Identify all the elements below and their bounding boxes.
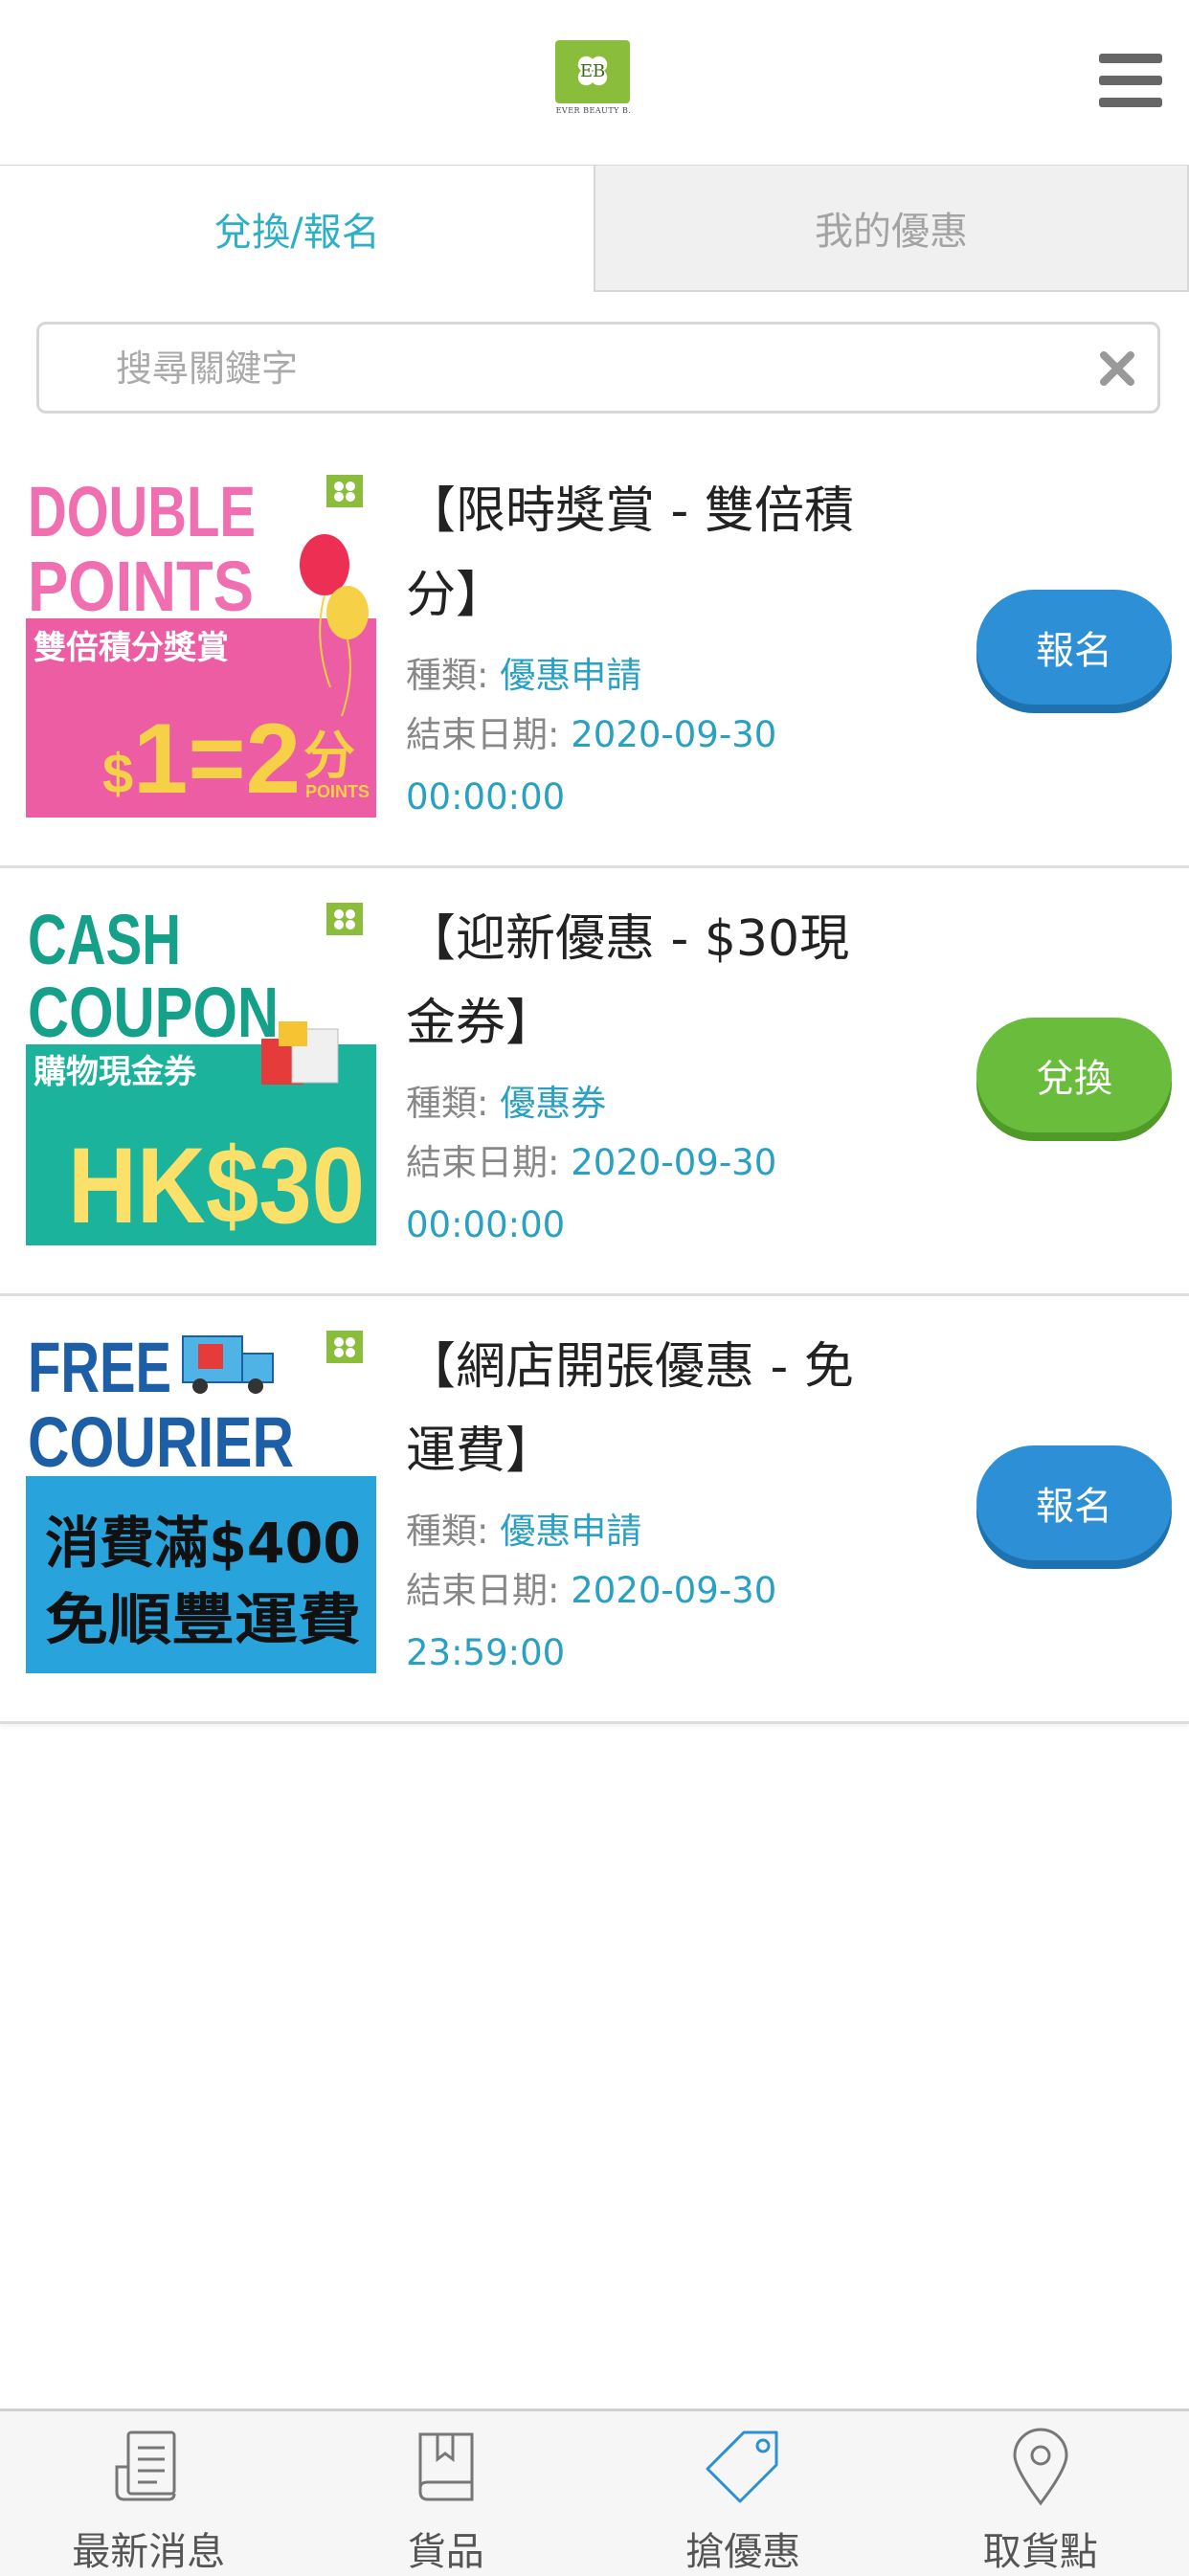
offer-date-label: 結束日期: (406, 1570, 559, 1611)
offer-banner-free-courier[interactable]: FREE COURIER 消費滿$400 免順豐運費 (26, 1323, 376, 1673)
banner-subtitle1: 消費滿$400 (45, 1511, 361, 1576)
register-button[interactable]: 報名 (976, 1445, 1172, 1560)
redeem-button[interactable]: 兌換 (976, 1018, 1172, 1132)
nav-label: 最新消息 (72, 2520, 225, 2576)
banner-line1: FREE (28, 1328, 171, 1407)
nav-label: 取貨點 (983, 2520, 1098, 2576)
banner-unit: 分 (303, 726, 355, 786)
offer-date-label: 結束日期: (406, 714, 559, 755)
tab-redeem-register[interactable]: 兌換/報名 (0, 166, 594, 292)
search-box (36, 322, 1160, 414)
banner-amount: HK$30 (68, 1126, 365, 1245)
nav-label: 貨品 (408, 2520, 484, 2576)
banner-subtitle: 雙倍積分獎賞 (34, 629, 229, 667)
offer-kind-value: 優惠券 (500, 1083, 606, 1124)
offer-card[interactable]: CASH COUPON 購物現金券 HK$30 【迎新優惠 - $30現金券】 … (0, 868, 1189, 1296)
banner-line2: COURIER (28, 1402, 294, 1482)
banner-subtitle2: 免順豐運費 (45, 1587, 361, 1652)
offer-kind-value: 優惠申請 (500, 655, 641, 696)
clear-icon[interactable] (1094, 346, 1140, 392)
nav-item-products[interactable]: 貨品 (298, 2411, 595, 2576)
offer-end-date: 結束日期: 2020-09-30 23:59:00 (406, 1559, 856, 1684)
offer-banner-cash-coupon[interactable]: CASH COUPON 購物現金券 HK$30 (26, 895, 376, 1245)
logo-wordmark: EVER BEAUTY B. (555, 106, 632, 115)
book-icon (405, 2425, 487, 2507)
banner-line2: COUPON (28, 973, 279, 1052)
register-button[interactable]: 報名 (976, 590, 1172, 705)
offer-card[interactable]: DOUBLE POINTS 雙倍積分獎賞 $ 1=2 分 POINTS 【限時獎… (0, 440, 1189, 868)
offer-title[interactable]: 【限時獎賞 - 雙倍積分】 (406, 469, 885, 638)
offer-end-date: 結束日期: 2020-09-30 00:00:00 (406, 704, 856, 828)
location-pin-icon (999, 2425, 1082, 2507)
app-header: EB EVER BEAUTY B. (0, 0, 1189, 167)
banner-dollar: $ (102, 743, 133, 805)
banner-line2: POINTS (28, 547, 254, 626)
offer-banner-double-points[interactable]: DOUBLE POINTS 雙倍積分獎賞 $ 1=2 分 POINTS (26, 467, 376, 818)
offer-title[interactable]: 【網店開張優惠 - 免運費】 (406, 1325, 885, 1493)
offer-kind: 種類: 優惠申請 (406, 1502, 641, 1554)
nav-label: 搶優惠 (685, 2520, 800, 2576)
offer-title[interactable]: 【迎新優惠 - $30現金券】 (406, 897, 885, 1065)
offer-list: DOUBLE POINTS 雙倍積分獎賞 $ 1=2 分 POINTS 【限時獎… (0, 440, 1189, 1724)
tab-bar: 兌換/報名 我的優惠 (0, 166, 1189, 292)
offer-end-date: 結束日期: 2020-09-30 00:00:00 (406, 1131, 856, 1256)
offer-kind-label: 種類: (406, 1083, 488, 1124)
nav-item-pickup[interactable]: 取貨點 (892, 2411, 1189, 2576)
logo-mark: EB (555, 61, 630, 81)
banner-subtitle: 購物現金券 (34, 1053, 197, 1091)
offer-date-label: 結束日期: (406, 1142, 559, 1183)
tab-my-offers[interactable]: 我的優惠 (594, 166, 1189, 292)
news-icon (107, 2425, 190, 2507)
brand-logo[interactable]: EB EVER BEAUTY B. (555, 40, 632, 123)
banner-line1: CASH (28, 900, 181, 979)
offer-kind-value: 優惠申請 (500, 1511, 641, 1552)
banner-line1: DOUBLE (28, 472, 256, 551)
bottom-navigation: 最新消息 貨品 搶優惠 取貨點 (0, 2408, 1189, 2576)
search-input[interactable] (114, 338, 1075, 399)
offer-card[interactable]: FREE COURIER 消費滿$400 免順豐運費 【網店開張優惠 - 免運費… (0, 1296, 1189, 1724)
offer-kind: 種類: 優惠申請 (406, 646, 641, 698)
offer-kind: 種類: 優惠券 (406, 1074, 606, 1126)
tag-icon (702, 2425, 784, 2507)
banner-unit-sub: POINTS (305, 782, 370, 801)
nav-item-news[interactable]: 最新消息 (0, 2411, 298, 2576)
banner-equation: 1=2 (133, 704, 301, 815)
offer-kind-label: 種類: (406, 655, 488, 696)
offer-kind-label: 種類: (406, 1511, 488, 1552)
hamburger-icon[interactable] (1099, 54, 1162, 107)
nav-item-offers[interactable]: 搶優惠 (594, 2411, 892, 2576)
